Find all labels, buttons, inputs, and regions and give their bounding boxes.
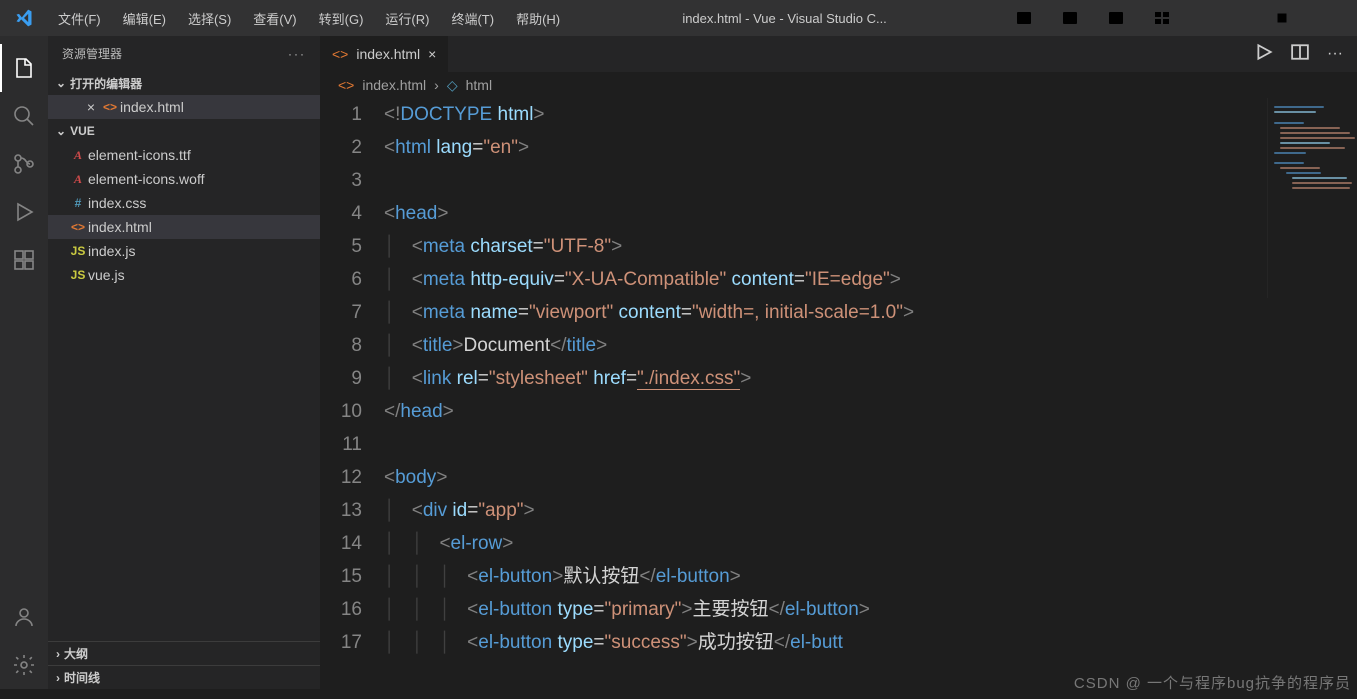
font-file-icon: A [68,148,88,163]
chevron-right-icon: › [56,647,60,661]
activity-extensions-icon[interactable] [0,236,48,284]
section-project[interactable]: ⌄VUE [48,119,320,143]
js-file-icon: JS [68,244,88,258]
maximize-icon[interactable] [1261,0,1303,36]
main: 资源管理器 ··· ⌄打开的编辑器 × <> index.html ⌄VUE A… [0,36,1357,689]
open-editor-item[interactable]: × <> index.html [48,95,320,119]
sidebar-title: 资源管理器 [62,45,122,62]
breadcrumb-node[interactable]: html [466,77,492,93]
sidebar: 资源管理器 ··· ⌄打开的编辑器 × <> index.html ⌄VUE A… [48,36,320,689]
html-file-icon: <> [68,220,88,234]
menu-edit[interactable]: 编辑(E) [113,5,176,32]
tab-bar: <> index.html × ··· [320,36,1357,72]
menu-run[interactable]: 运行(R) [375,5,439,32]
chevron-right-icon: › [56,671,60,685]
sidebar-more-icon[interactable]: ··· [288,47,306,61]
watermark: CSDN @ 一个与程序bug抗争的程序员 [1074,672,1351,693]
section-timeline[interactable]: ›时间线 [48,665,320,689]
tab-index-html[interactable]: <> index.html × [320,36,449,72]
breadcrumb-file[interactable]: index.html [362,77,426,93]
file-name: element-icons.ttf [88,147,191,163]
layout-grid-icon[interactable] [1141,0,1183,36]
menu-file[interactable]: 文件(F) [48,5,111,32]
file-item[interactable]: JSindex.js [48,239,320,263]
layout-right-icon[interactable] [1095,0,1137,36]
tab-close-icon[interactable]: × [428,46,436,62]
section-outline[interactable]: ›大纲 [48,641,320,665]
activity-debug-icon[interactable] [0,188,48,236]
activity-settings-icon[interactable] [0,641,48,689]
activity-search-icon[interactable] [0,92,48,140]
code-lines[interactable]: <!DOCTYPE html> <html lang="en"> <head> … [384,98,1357,689]
chevron-down-icon: ⌄ [56,124,66,138]
window-title: index.html - Vue - Visual Studio C... [570,11,999,26]
title-bar: 文件(F) 编辑(E) 选择(S) 查看(V) 转到(G) 运行(R) 终端(T… [0,0,1357,36]
split-icon[interactable] [1291,43,1309,66]
chevron-right-icon: › [434,77,439,93]
file-name: index.html [120,99,184,115]
menu-goto[interactable]: 转到(G) [309,5,374,32]
html-file-icon: <> [332,46,348,62]
menu-terminal[interactable]: 终端(T) [441,5,504,32]
file-name: index.html [88,219,152,235]
menu-help[interactable]: 帮助(H) [506,5,570,32]
file-item[interactable]: #index.css [48,191,320,215]
run-icon[interactable] [1255,43,1273,66]
layout-bottom-icon[interactable] [1049,0,1091,36]
layout-left-icon[interactable] [1003,0,1045,36]
activity-account-icon[interactable] [0,593,48,641]
file-name: index.css [88,195,146,211]
more-icon[interactable]: ··· [1327,45,1343,63]
sidebar-header: 资源管理器 ··· [48,36,320,71]
tab-label: index.html [356,46,420,62]
menu-view[interactable]: 查看(V) [243,5,306,32]
section-open-editors[interactable]: ⌄打开的编辑器 [48,71,320,95]
close-icon[interactable]: × [82,99,100,115]
minimap[interactable] [1267,98,1357,298]
vscode-logo-icon [0,8,48,28]
line-gutter: 1234567891011121314151617 [320,98,384,689]
file-name: element-icons.woff [88,171,204,187]
element-icon: ◇ [447,77,458,94]
file-item[interactable]: Aelement-icons.ttf [48,143,320,167]
file-name: index.js [88,243,135,259]
menu-bar: 文件(F) 编辑(E) 选择(S) 查看(V) 转到(G) 运行(R) 终端(T… [48,5,570,32]
menu-select[interactable]: 选择(S) [178,5,241,32]
file-item[interactable]: JSvue.js [48,263,320,287]
code-editor[interactable]: 1234567891011121314151617 <!DOCTYPE html… [320,98,1357,689]
js-file-icon: JS [68,268,88,282]
chevron-down-icon: ⌄ [56,76,66,90]
breadcrumb[interactable]: <> index.html › ◇ html [320,72,1357,98]
close-icon[interactable] [1311,0,1353,36]
file-name: vue.js [88,267,125,283]
file-item[interactable]: Aelement-icons.woff [48,167,320,191]
file-item[interactable]: <>index.html [48,215,320,239]
minimize-icon[interactable] [1211,0,1253,36]
activity-explorer-icon[interactable] [0,44,48,92]
html-file-icon: <> [100,100,120,114]
activity-scm-icon[interactable] [0,140,48,188]
html-file-icon: <> [338,77,354,93]
activity-bar [0,36,48,689]
css-file-icon: # [68,196,88,210]
font-file-icon: A [68,172,88,187]
editor: <> index.html × ··· <> index.html › ◇ ht… [320,36,1357,689]
window-controls [999,0,1357,36]
